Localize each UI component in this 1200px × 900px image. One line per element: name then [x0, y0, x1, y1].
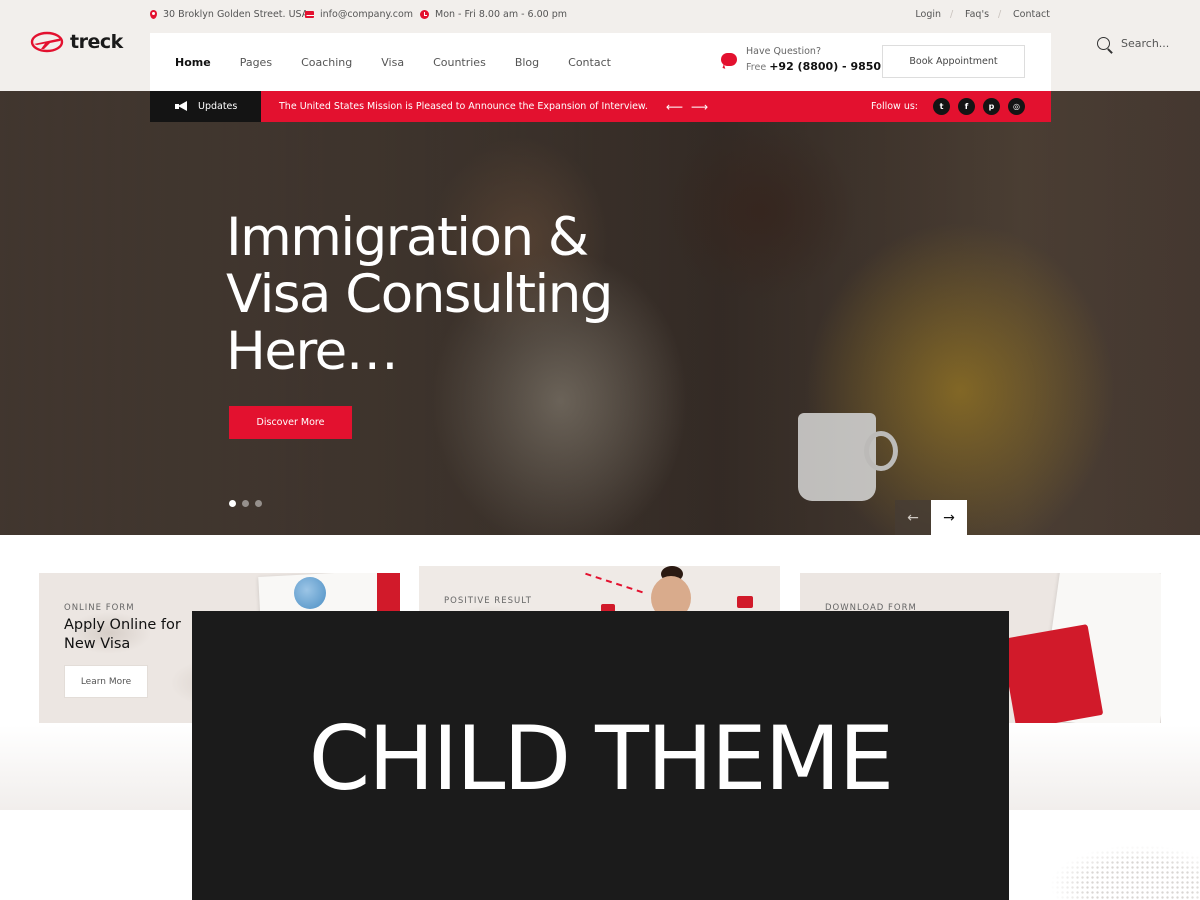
hero-slider: Immigration & Visa Consulting Here… Disc… — [0, 91, 1200, 535]
slider-prev-button[interactable]: ← — [895, 500, 931, 535]
question-phone-line: Free +92 (8800) - 9850 — [746, 60, 881, 73]
child-theme-banner: CHILD THEME — [192, 611, 1009, 900]
question-contact: Have Question? Free +92 (8800) - 9850 — [721, 46, 881, 73]
clock-icon — [420, 10, 429, 19]
instagram-icon[interactable]: ◎ — [1008, 98, 1025, 115]
search[interactable]: Search... — [1097, 37, 1169, 50]
slider-arrows: ← → — [895, 500, 967, 535]
nav-home[interactable]: Home — [175, 56, 211, 69]
email-info[interactable]: info@company.com — [305, 9, 413, 20]
nav-coaching[interactable]: Coaching — [301, 56, 352, 69]
top-info-bar: 30 Broklyn Golden Street. USA info@compa… — [150, 9, 1050, 23]
ticker-arrows: ⟵ ⟶ — [666, 100, 708, 114]
dotted-world-map — [1030, 840, 1200, 900]
social-follow: Follow us: t f p ◎ — [871, 91, 1025, 122]
updates-label-text: Updates — [198, 101, 238, 112]
top-links: Login Faq's Contact — [903, 9, 1050, 20]
question-title: Have Question? — [746, 46, 821, 57]
search-input[interactable]: Search... — [1121, 37, 1169, 50]
slider-dot[interactable] — [242, 500, 249, 507]
brand-name: treck — [70, 31, 123, 53]
nav-visa[interactable]: Visa — [381, 56, 404, 69]
twitter-icon[interactable]: t — [933, 98, 950, 115]
card-kicker: POSITIVE RESULT — [444, 596, 532, 606]
pinterest-icon[interactable]: p — [983, 98, 1000, 115]
nav-contact[interactable]: Contact — [568, 56, 611, 69]
plane-logo-icon — [30, 31, 64, 53]
search-icon[interactable] — [1097, 37, 1110, 50]
hours-info: Mon - Fri 8.00 am - 6.00 pm — [420, 9, 567, 20]
globe-stamp-image — [294, 577, 326, 609]
follow-label: Follow us: — [871, 101, 918, 112]
phone-number[interactable]: +92 (8800) - 9850 — [769, 60, 881, 73]
email-text[interactable]: info@company.com — [320, 9, 413, 20]
updates-bar: Updates The United States Mission is Ple… — [150, 91, 1051, 122]
map-pin-icon — [150, 10, 157, 19]
learn-more-button[interactable]: Learn More — [64, 665, 148, 698]
hero-title-line: Visa Consulting — [226, 264, 613, 325]
faq-link[interactable]: Faq's — [950, 9, 1001, 20]
hours-text: Mon - Fri 8.00 am - 6.00 pm — [435, 9, 568, 20]
login-link[interactable]: Login — [903, 9, 953, 20]
slider-dots — [229, 500, 262, 507]
facebook-icon[interactable]: f — [958, 98, 975, 115]
child-theme-label: CHILD THEME — [308, 707, 894, 810]
card-kicker: ONLINE FORM — [64, 603, 135, 613]
nav-countries[interactable]: Countries — [433, 56, 486, 69]
megaphone-icon — [175, 101, 189, 112]
passport-image — [1000, 624, 1104, 723]
address-text: 30 Broklyn Golden Street. USA — [163, 9, 309, 20]
hero-title-line: Immigration & — [226, 207, 589, 268]
nav-menu: Home Pages Coaching Visa Countries Blog … — [175, 33, 640, 91]
address-info: 30 Broklyn Golden Street. USA — [150, 9, 308, 20]
book-appointment-button[interactable]: Book Appointment — [882, 45, 1025, 78]
hero-title-line: Here… — [226, 321, 399, 382]
slider-dot[interactable] — [255, 500, 262, 507]
top-contact-link[interactable]: Contact — [998, 9, 1050, 20]
ticker-prev-arrow-icon[interactable]: ⟵ — [666, 100, 683, 114]
nav-blog[interactable]: Blog — [515, 56, 539, 69]
main-navbar: Home Pages Coaching Visa Countries Blog … — [150, 33, 1051, 91]
slider-next-button[interactable]: → — [931, 500, 967, 535]
updates-label: Updates — [150, 91, 261, 122]
shopping-bag-icon — [737, 596, 753, 608]
free-label: Free — [746, 62, 767, 73]
mail-icon — [305, 11, 314, 18]
updates-ticker: The United States Mission is Pleased to … — [261, 91, 1051, 122]
ticker-text[interactable]: The United States Mission is Pleased to … — [279, 101, 648, 112]
nav-pages[interactable]: Pages — [240, 56, 272, 69]
ticker-next-arrow-icon[interactable]: ⟶ — [691, 100, 708, 114]
discover-more-button[interactable]: Discover More — [229, 406, 352, 439]
slider-dot[interactable] — [229, 500, 236, 507]
chat-bubble-icon — [721, 53, 737, 66]
brand-logo[interactable]: treck — [30, 30, 123, 54]
hero-title: Immigration & Visa Consulting Here… — [226, 209, 726, 380]
